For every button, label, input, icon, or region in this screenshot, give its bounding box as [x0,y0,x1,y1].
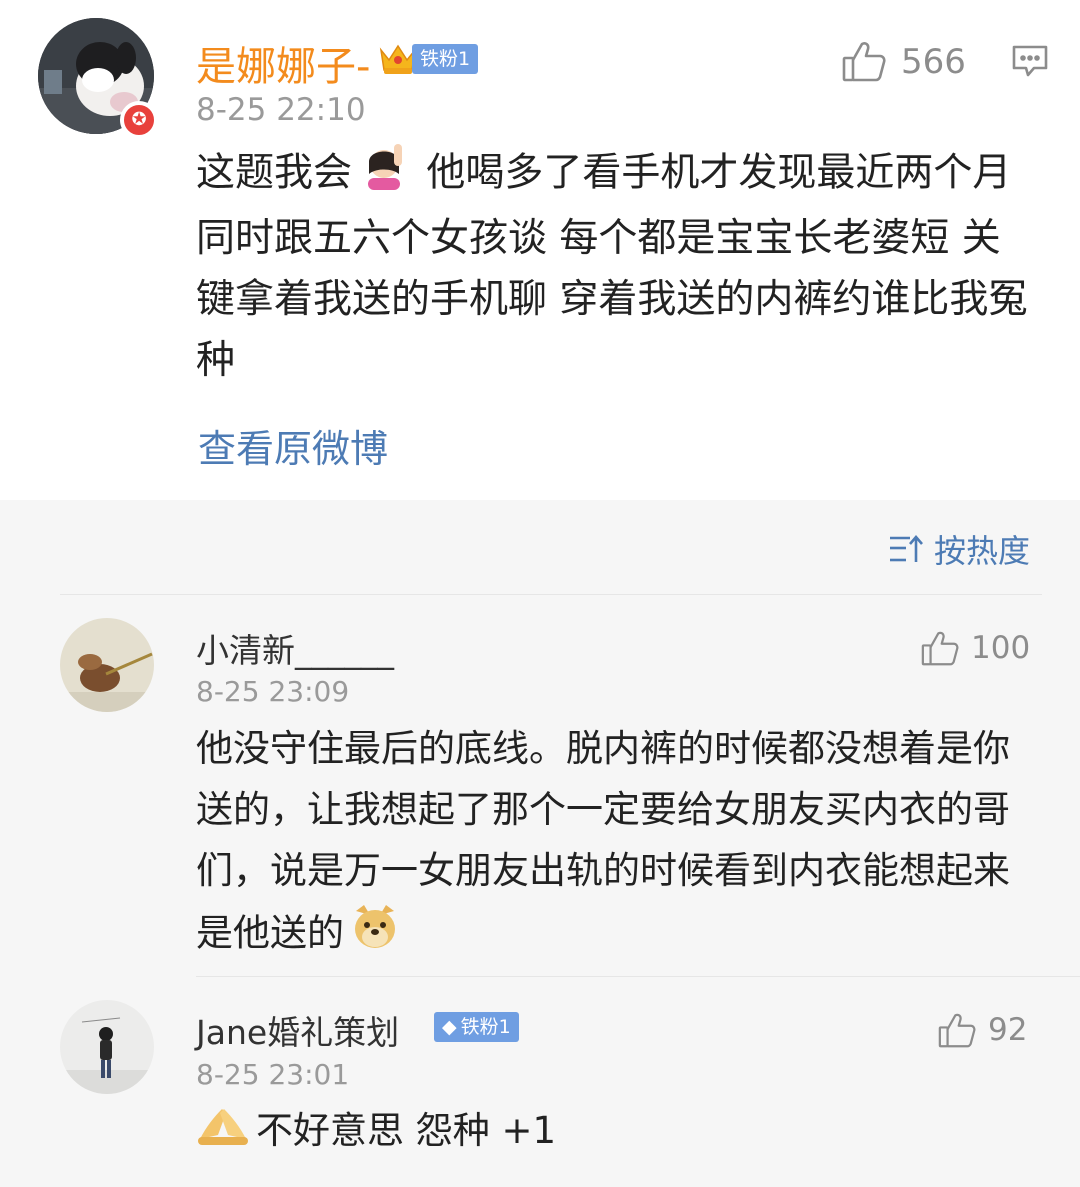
thumbs-up-icon[interactable] [938,1012,976,1048]
weibo-post: ✪ 是娜娜子- 铁粉1 8-25 22:10 566 这题我会 他喝多了看手机才… [0,0,1080,500]
comment-text: 不好意思 怨种 +1 [196,1100,1016,1165]
comment-icon[interactable] [1012,44,1048,78]
comments-section: 按热度 小清新______ 8-25 23:09 100 他没守住最后的底线。脱… [0,500,1080,1187]
comment-author-name[interactable]: 小清新______ [196,624,394,672]
divider [60,594,1042,595]
comment-text-content: 他没守住最后的底线。脱内裤的时候都没想着是你送的，让我想起了那个一定要给女朋友买… [196,727,1010,955]
post-text-part1: 这题我会 [196,150,353,196]
post-author-name[interactable]: 是娜娜子- [196,34,370,92]
comment-like-count: 100 [971,630,1031,666]
post-time: 8-25 22:10 [196,92,366,128]
sort-toggle[interactable]: 按热度 [888,526,1038,570]
comment-like-count: 92 [988,1012,1028,1048]
doge-emoji-icon [350,901,400,969]
pray-emoji-icon [196,1101,250,1165]
divider [196,976,1080,977]
comment-author-name[interactable]: Jane婚礼策划 [196,1006,399,1054]
fan-badge: 铁粉1 [412,44,479,74]
fan-badge-label: 铁粉1 [460,1016,511,1038]
comment-avatar[interactable] [60,1000,154,1094]
verified-icon: ✪ [120,101,158,139]
comment-text: 他没守住最后的底线。脱内裤的时候都没想着是你送的，让我想起了那个一定要给女朋友买… [196,718,1016,969]
comment-text-content: 不好意思 怨种 +1 [256,1109,557,1152]
hand-emoji-icon [360,142,408,208]
sort-label: 按热度 [934,532,1031,570]
fan-badge: ◆ 铁粉1 [434,1012,519,1042]
view-original-link[interactable]: 查看原微博 [198,418,388,473]
comment-time: 8-25 23:01 [196,1058,350,1091]
diamond-icon: ◆ [442,1016,457,1038]
post-text: 这题我会 他喝多了看手机才发现最近两个月同时跟五六个女孩谈 每个都是宝宝长老婆短… [196,142,1036,391]
comment-time: 8-25 23:09 [196,675,350,708]
thumbs-up-icon[interactable] [921,630,959,666]
comment-avatar[interactable] [60,618,154,712]
thumbs-up-icon[interactable] [842,40,886,82]
post-like-count: 566 [901,42,966,82]
sort-icon [888,534,924,564]
